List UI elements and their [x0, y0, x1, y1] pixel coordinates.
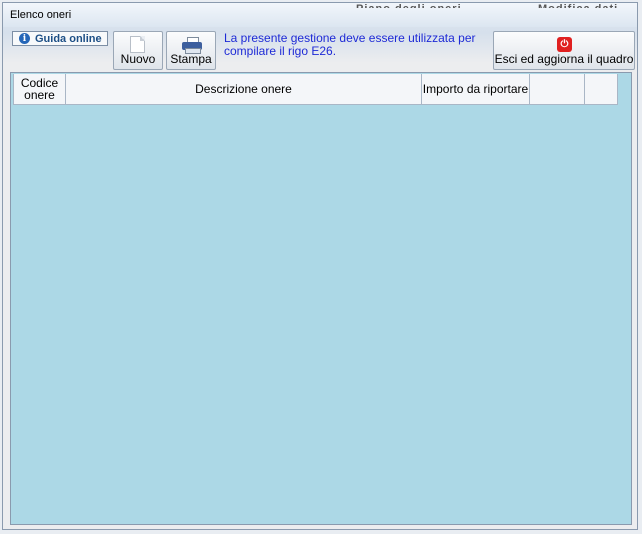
- nuovo-button[interactable]: Nuovo: [113, 31, 163, 70]
- nuovo-label: Nuovo: [120, 52, 156, 66]
- info-icon: i: [19, 33, 30, 44]
- background-window-title-right: Modifica dati: [538, 3, 618, 8]
- column-header-codice-onere[interactable]: Codice onere: [13, 74, 66, 105]
- toolbar: i Guida online Nuovo Stampa La presente …: [8, 27, 635, 73]
- column-header-extra-1[interactable]: [530, 74, 585, 105]
- guida-online-button[interactable]: i Guida online: [12, 31, 108, 46]
- window-title: Elenco oneri: [10, 9, 72, 21]
- oneri-grid[interactable]: Codice onere Descrizione onere Importo d…: [10, 72, 632, 525]
- column-header-importo[interactable]: Importo da riportare: [422, 74, 530, 105]
- exit-update-button[interactable]: ⏻ Esci ed aggiorna il quadro: [493, 31, 635, 70]
- background-window-title-left: Piano degli oneri: [356, 3, 462, 8]
- grid-header: Codice onere Descrizione onere Importo d…: [13, 74, 618, 105]
- usage-notice: La presente gestione deve essere utilizz…: [224, 31, 476, 58]
- power-stop-icon: ⏻: [557, 37, 572, 52]
- guida-online-label: Guida online: [35, 32, 102, 45]
- column-header-descrizione-onere[interactable]: Descrizione onere: [66, 74, 422, 105]
- printer-icon: [182, 37, 202, 54]
- exit-update-label: Esci ed aggiorna il quadro: [494, 52, 634, 66]
- column-header-extra-2[interactable]: [585, 74, 618, 105]
- stampa-label: Stampa: [170, 52, 212, 66]
- title-bar[interactable]: Elenco oneri Piano degli oneri Modifica …: [3, 3, 637, 27]
- new-document-icon: [130, 36, 145, 53]
- dialog-window: Elenco oneri Piano degli oneri Modifica …: [2, 2, 638, 530]
- stampa-button[interactable]: Stampa: [166, 31, 216, 70]
